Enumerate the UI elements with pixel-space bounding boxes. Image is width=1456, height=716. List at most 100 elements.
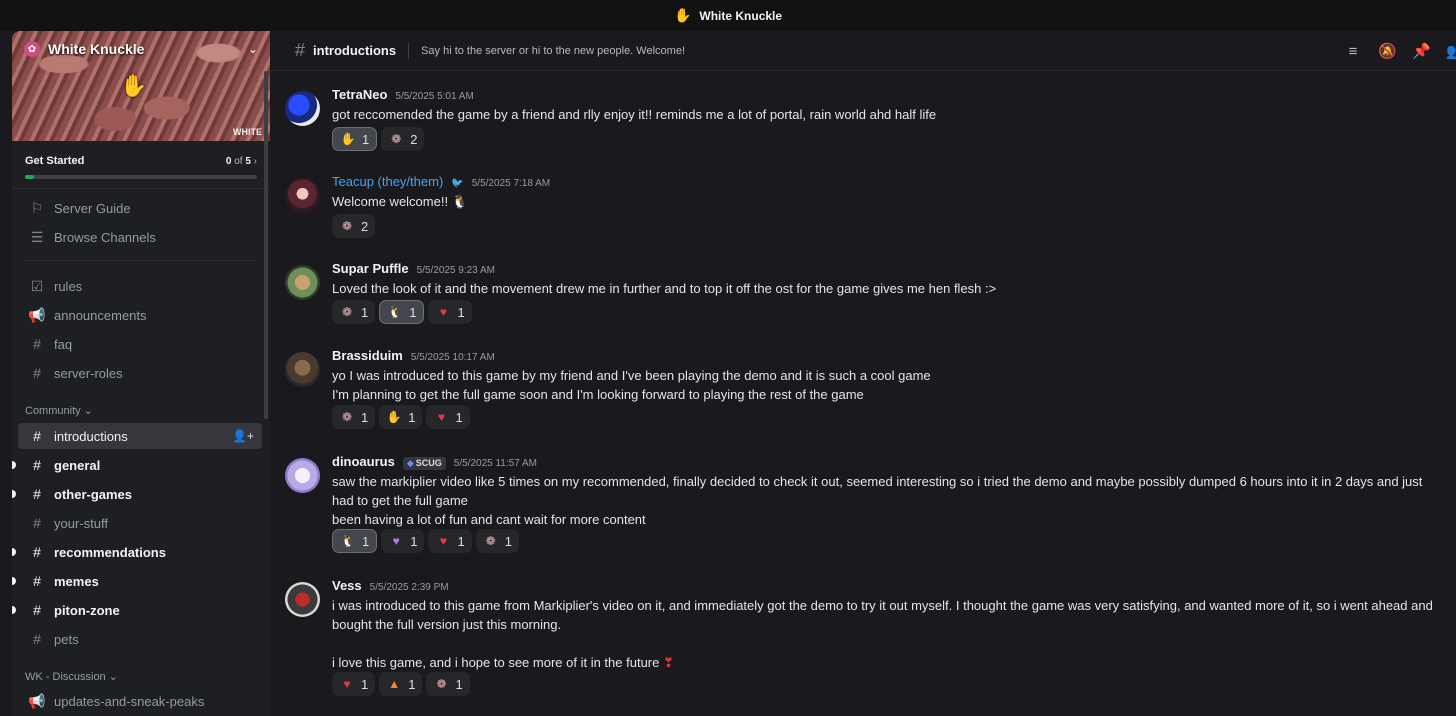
channel-topic[interactable]: Say hi to the server or hi to the new pe… <box>421 45 685 57</box>
fire-emoji-icon: ▲ <box>388 677 401 691</box>
message-content: Loved the look of it and the movement dr… <box>332 281 997 296</box>
message-content: saw the markiplier video like 5 times on… <box>332 474 1423 527</box>
message-timestamp: 5/5/2025 11:57 AM <box>453 458 537 469</box>
pin-icon[interactable]: 📌 <box>1412 42 1431 60</box>
message-author[interactable]: Vess <box>332 578 362 593</box>
threads-icon[interactable]: ≡ <box>1344 43 1362 60</box>
channel-server-roles[interactable]: # server-roles <box>18 360 262 386</box>
channel-name: introductions <box>313 43 397 58</box>
channel-updates-and-sneak-peaks[interactable]: 📢 updates-and-sneak-peaks <box>18 688 262 714</box>
reaction-bar: ✋ 1 ❁ 2 <box>332 127 425 151</box>
get-started-label: Get Started <box>25 155 85 167</box>
message-timestamp: 5/5/2025 5:01 AM <box>395 91 474 102</box>
reaction-button[interactable]: ♥ 1 <box>428 300 472 324</box>
server-guide-link[interactable]: ⚐ Server Guide <box>18 195 262 221</box>
reaction-bar: ❁ 1 🐧 1 ♥ 1 <box>332 300 472 324</box>
channel-faq[interactable]: # faq <box>18 331 262 357</box>
channel-sidebar: ✿ White Knuckle ⌄ ✋ WHITE Get Started 0 … <box>12 31 270 716</box>
avatar[interactable] <box>285 91 320 126</box>
brain-emoji-icon: ❁ <box>485 534 496 548</box>
get-started-panel[interactable]: Get Started 0 of 5 › <box>12 141 270 189</box>
hash-icon: # <box>33 336 41 352</box>
channel-announcements[interactable]: 📢 announcements <box>18 302 262 328</box>
channel-general[interactable]: # general <box>12 452 262 478</box>
reaction-button[interactable]: ❁ 1 <box>332 405 376 429</box>
message-content: yo I was introduced to this game by my f… <box>332 368 931 402</box>
reaction-button[interactable]: ♥ 1 <box>381 529 425 553</box>
reaction-button[interactable]: ❁ 2 <box>381 127 425 151</box>
browse-channels-link[interactable]: ☰ Browse Channels <box>18 224 262 250</box>
reaction-bar: 🐧 1 ♥ 1 ♥ 1 ❁ 1 <box>332 529 519 553</box>
avatar[interactable] <box>285 352 320 387</box>
reaction-button[interactable]: ▲ 1 <box>379 672 423 696</box>
avatar[interactable] <box>285 458 320 493</box>
reaction-button[interactable]: 🐧 1 <box>332 529 378 553</box>
reaction-button[interactable]: ✋ 1 <box>332 127 378 151</box>
message-content: i was introduced to this game from Marki… <box>332 598 1433 670</box>
channel-your-stuff[interactable]: # your-stuff <box>18 510 262 536</box>
hash-icon: # <box>33 428 41 444</box>
hash-icon: # <box>33 602 41 618</box>
unread-indicator <box>12 606 16 614</box>
sidebar-divider <box>25 260 257 261</box>
reaction-button[interactable]: ❁ 2 <box>332 214 376 238</box>
reaction-button[interactable]: ✋ 1 <box>379 405 423 429</box>
message-timestamp: 5/5/2025 7:18 AM <box>471 178 551 189</box>
members-icon[interactable]: 👥 <box>1446 42 1456 60</box>
reaction-button[interactable]: ❁ 1 <box>332 300 376 324</box>
sidebar-scrollbar[interactable] <box>264 71 268 419</box>
channel-memes[interactable]: # memes <box>12 568 262 594</box>
message-timestamp: 5/5/2025 9:23 AM <box>416 265 495 276</box>
hash-icon: # <box>33 365 41 381</box>
unread-indicator <box>12 548 16 556</box>
reaction-button[interactable]: 🐧 1 <box>379 300 425 324</box>
avatar[interactable] <box>285 582 320 617</box>
server-icon: ✿ <box>24 41 40 57</box>
message-author[interactable]: TetraNeo <box>332 87 387 102</box>
reaction-button[interactable]: ♥ 1 <box>428 529 472 553</box>
get-started-count: 0 of 5 › <box>225 155 257 167</box>
purple-heart-emoji-icon: ♥ <box>392 534 400 548</box>
message-content: got reccomended the game by a friend and… <box>332 107 937 122</box>
channel-introductions[interactable]: # introductions 👤+ <box>18 423 262 449</box>
unread-indicator <box>12 490 16 498</box>
server-tag[interactable]: ◆ SCUG <box>402 457 446 470</box>
brain-emoji-icon: ❁ <box>341 219 353 233</box>
server-name: White Knuckle <box>48 41 145 57</box>
channel-pets[interactable]: # pets <box>18 626 262 652</box>
channel-recommendations[interactable]: # recommendations <box>12 539 262 565</box>
heart-emoji-icon: ♥ <box>439 534 448 548</box>
megaphone-icon: 📢 <box>28 306 46 323</box>
brain-emoji-icon: ❁ <box>436 677 447 691</box>
channel-piton-zone[interactable]: # piton-zone <box>12 597 262 623</box>
brain-emoji-icon: ❁ <box>341 305 353 319</box>
reaction-button[interactable]: ❁ 1 <box>475 529 519 553</box>
message-author[interactable]: Supar Puffle <box>332 261 409 276</box>
category-wk-discussion[interactable]: WK - Discussion ⌄ <box>25 670 118 683</box>
add-user-icon[interactable]: 👤+ <box>232 429 254 443</box>
signpost-icon: ⚐ <box>30 199 44 216</box>
role-icon: 🐦 <box>451 178 464 189</box>
hand-icon: ✋ <box>673 7 692 23</box>
message-author[interactable]: Brassiduim <box>332 348 403 363</box>
channel-other-games[interactable]: # other-games <box>12 481 262 507</box>
avatar[interactable] <box>285 265 320 300</box>
server-header[interactable]: ✿ White Knuckle ⌄ <box>24 41 258 57</box>
mute-icon[interactable]: 🔕 <box>1378 42 1397 60</box>
message-author[interactable]: dinoaurus <box>332 454 395 469</box>
bird-emoji-icon: 🐧 <box>451 194 468 209</box>
category-community[interactable]: Community ⌄ <box>25 404 93 417</box>
channel-rules[interactable]: ☑ rules <box>18 273 262 299</box>
chevron-down-icon[interactable]: ⌄ <box>248 42 258 56</box>
message-timestamp: 5/5/2025 2:39 PM <box>369 582 449 593</box>
avatar[interactable] <box>285 178 320 213</box>
title-bar: ✋ White Knuckle <box>0 0 1456 31</box>
reaction-button[interactable]: ❁ 1 <box>426 672 470 696</box>
hand-emoji-icon: ✋ <box>340 132 356 146</box>
reaction-button[interactable]: ♥ 1 <box>332 672 376 696</box>
message-author[interactable]: Teacup (they/them) <box>332 174 443 189</box>
message-timestamp: 5/5/2025 10:17 AM <box>410 352 495 363</box>
reaction-button[interactable]: ♥ 1 <box>426 405 470 429</box>
server-banner[interactable]: ✿ White Knuckle ⌄ ✋ WHITE <box>12 31 270 141</box>
header-toolbar: ≡ 🔕 📌 👥 <box>1344 31 1456 71</box>
